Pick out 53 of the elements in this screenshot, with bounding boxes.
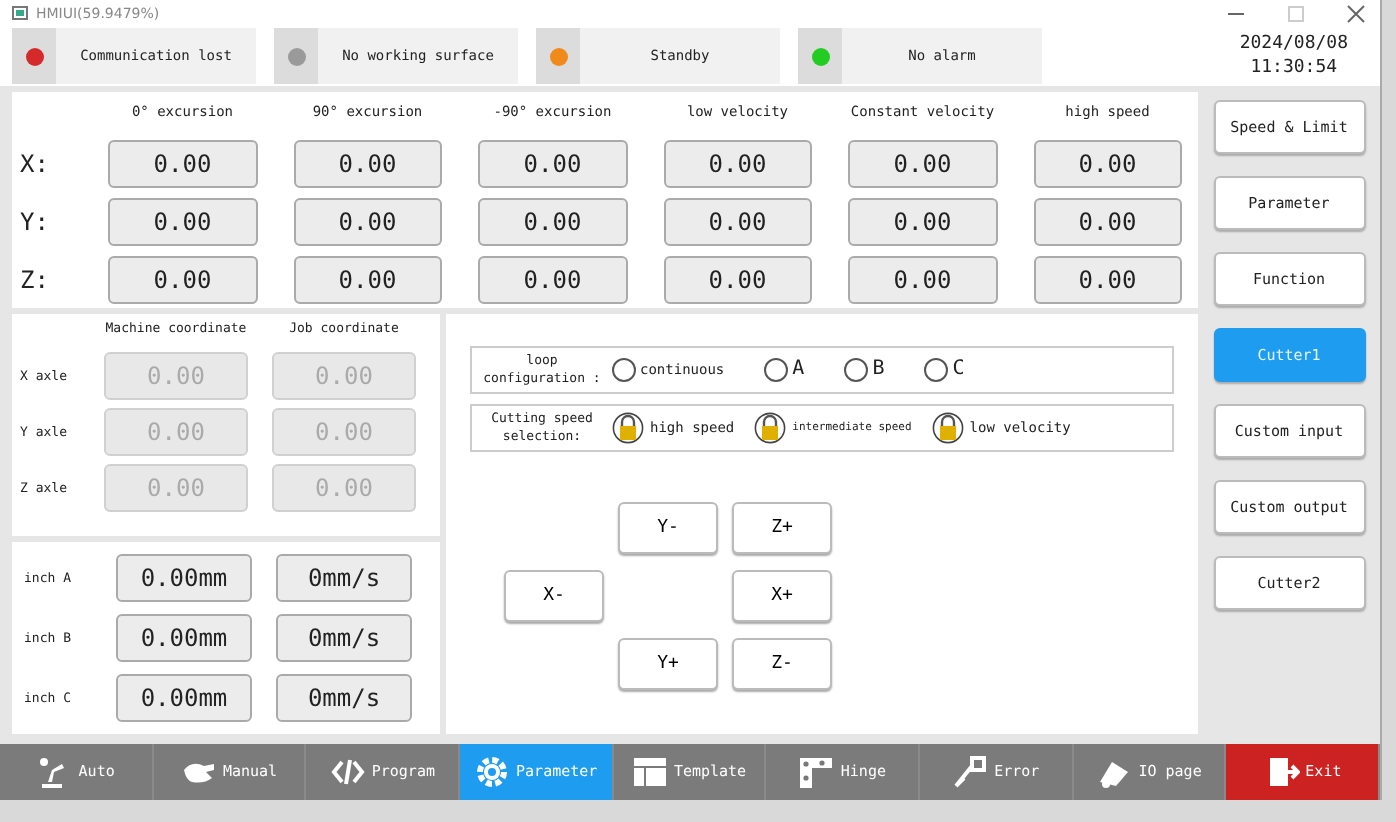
lock-icon[interactable]: [612, 411, 644, 444]
value-field[interactable]: 0.00: [663, 197, 812, 246]
speed-field[interactable]: 0mm/s: [276, 613, 412, 662]
length-field[interactable]: 0.00mm: [116, 613, 252, 662]
value-field[interactable]: 0.00: [1033, 140, 1182, 189]
value-field[interactable]: 0.00: [293, 255, 442, 304]
lock-icon[interactable]: [931, 411, 964, 444]
value-field[interactable]: 0.00: [478, 255, 627, 304]
jog-button[interactable]: X-: [504, 569, 604, 622]
axis-label: Y:: [20, 207, 51, 236]
jog-button[interactable]: Z-: [732, 637, 832, 690]
jog-button[interactable]: X+: [732, 569, 832, 622]
value-field[interactable]: 0.00: [108, 255, 257, 304]
time-text: 11:30:54: [1250, 56, 1338, 81]
value-field[interactable]: 0.00: [293, 140, 442, 189]
value-field[interactable]: 0.00: [848, 255, 997, 304]
lock-icon[interactable]: [754, 411, 787, 444]
axis-label: Z:: [20, 265, 51, 294]
date-text: 2024/08/08: [1239, 32, 1348, 57]
radio-option[interactable]: A: [764, 357, 805, 382]
value-field[interactable]: 0.00: [293, 197, 442, 246]
radio-option[interactable]: B: [844, 357, 885, 382]
radio-icon[interactable]: [612, 357, 636, 382]
value-field[interactable]: 0.00: [1033, 255, 1182, 304]
value-field[interactable]: 0.00: [478, 197, 627, 246]
radio-icon[interactable]: [844, 357, 869, 382]
gear-icon: [474, 753, 511, 790]
hinge-icon: [798, 753, 835, 790]
jog-button[interactable]: Z+: [732, 501, 832, 554]
jog-button[interactable]: Y+: [618, 637, 718, 690]
length-field[interactable]: 0.00mm: [116, 553, 252, 602]
radio-icon[interactable]: [924, 357, 949, 382]
speed-field[interactable]: 0mm/s: [276, 553, 412, 602]
radio-label: A: [792, 358, 805, 381]
length-field[interactable]: 0.00mm: [116, 673, 252, 722]
value-field[interactable]: 0.00: [108, 140, 257, 189]
radio-option[interactable]: C: [924, 357, 965, 382]
radio-icon[interactable]: [764, 357, 789, 382]
value-field[interactable]: 0.00: [1033, 197, 1182, 246]
template-icon: [631, 753, 668, 790]
value-field[interactable]: 0.00: [663, 140, 812, 189]
radio-label: B: [872, 358, 885, 381]
speed-field[interactable]: 0mm/s: [276, 673, 412, 722]
value-field[interactable]: 0.00: [478, 140, 627, 189]
app-icon: [12, 6, 28, 21]
jog-button[interactable]: Y-: [618, 501, 718, 554]
radio-label: C: [952, 358, 965, 381]
value-field[interactable]: 0.00: [848, 197, 997, 246]
value-field[interactable]: 0.00: [663, 255, 812, 304]
axis-label: X:: [20, 150, 51, 179]
value-field[interactable]: 0.00: [848, 140, 997, 189]
close-icon[interactable]: [1344, 3, 1368, 24]
value-field[interactable]: 0.00: [108, 197, 257, 246]
